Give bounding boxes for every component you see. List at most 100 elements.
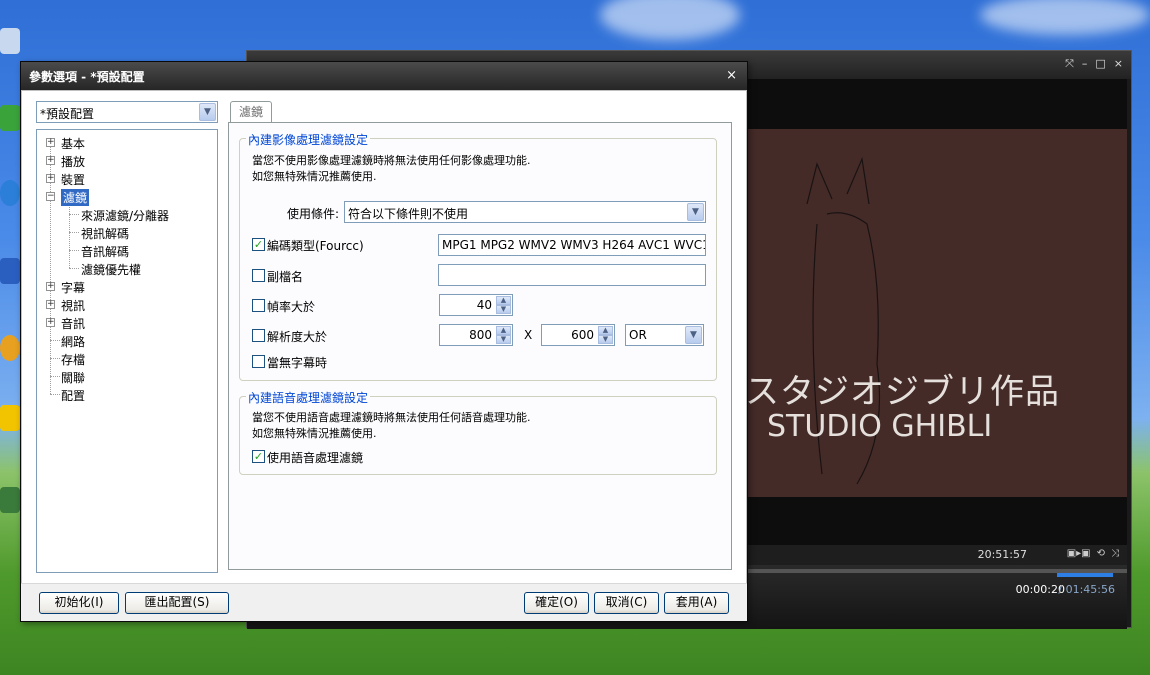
- maximize-icon[interactable]: □: [1095, 57, 1105, 71]
- fourcc-input[interactable]: MPG1 MPG2 WMV2 WMV3 H264 AVC1 WVC1: [438, 234, 706, 256]
- chevron-down-icon[interactable]: ▼: [199, 103, 216, 121]
- fullscreen-icon[interactable]: ⤧: [1065, 57, 1074, 71]
- initialize-button[interactable]: 初始化(I): [39, 592, 119, 614]
- tree-item[interactable]: − 濾鏡: [37, 188, 217, 206]
- tree-item[interactable]: 濾鏡優先權: [37, 260, 217, 278]
- preset-value: *預設配置: [40, 107, 95, 121]
- chevron-up-icon[interactable]: ▲: [496, 296, 511, 305]
- chrome-icon[interactable]: [0, 335, 20, 361]
- condition-select[interactable]: 符合以下條件則不使用 ▼: [344, 201, 706, 223]
- repeat-icon[interactable]: ⟲: [1097, 548, 1105, 559]
- framerate-checkbox[interactable]: [252, 299, 265, 312]
- note-line: 當您不使用影像處理濾鏡時將無法使用任何影像處理功能.: [252, 154, 531, 167]
- tree-item-label: 音訊解碼: [81, 245, 130, 259]
- resolution-height-stepper[interactable]: 600 ▲ ▼: [541, 324, 615, 346]
- group-title: 內建影像處理濾鏡設定: [246, 131, 371, 148]
- expand-icon[interactable]: +: [46, 174, 55, 183]
- export-config-button[interactable]: 匯出配置(S): [125, 592, 229, 614]
- tree-item[interactable]: 配置: [37, 386, 217, 404]
- collapse-icon[interactable]: −: [46, 192, 55, 201]
- chevron-up-icon[interactable]: ▲: [598, 326, 613, 335]
- internet-explorer-icon[interactable]: [0, 180, 20, 206]
- tree-guide: [50, 358, 60, 359]
- tree-item-label: 裝置: [61, 173, 86, 187]
- tree-item-label: 關聯: [61, 371, 86, 385]
- tree-item[interactable]: 網路: [37, 332, 217, 350]
- expand-icon[interactable]: +: [46, 282, 55, 291]
- tree-item[interactable]: + 基本: [37, 134, 217, 152]
- extension-label: 副檔名: [267, 270, 304, 284]
- apply-button[interactable]: 套用(A): [664, 592, 729, 614]
- tree-item-label: 濾鏡優先權: [81, 263, 142, 277]
- tree-item-label: 視訊解碼: [81, 227, 130, 241]
- cancel-button[interactable]: 取消(C): [594, 592, 659, 614]
- filters-panel: 內建影像處理濾鏡設定 當您不使用影像處理濾鏡時將無法使用任何影像處理功能. 如您…: [228, 122, 732, 570]
- shuffle-icon[interactable]: ⤨: [1111, 548, 1119, 559]
- resolution-label: 解析度大於: [267, 330, 328, 344]
- dialog-footer: 初始化(I) 匯出配置(S) 確定(O) 取消(C) 套用(A): [21, 583, 747, 621]
- extension-checkbox[interactable]: [252, 269, 265, 282]
- app-icon[interactable]: [0, 258, 20, 284]
- no-subtitle-label: 當無字幕時: [267, 356, 328, 370]
- tree-item[interactable]: 關聯: [37, 368, 217, 386]
- tree-item[interactable]: 視訊解碼: [37, 224, 217, 242]
- extension-input[interactable]: [438, 264, 706, 286]
- fourcc-checkbox[interactable]: ✓: [252, 238, 265, 251]
- audio-filter-label: 使用語音處理濾鏡: [267, 451, 364, 465]
- expand-icon[interactable]: +: [46, 300, 55, 309]
- note-line: 如您無特殊情況推薦使用.: [252, 427, 377, 440]
- volume-slider[interactable]: [1057, 573, 1113, 577]
- resolution-operator-select[interactable]: OR ▼: [625, 324, 704, 346]
- chevron-down-icon[interactable]: ▼: [496, 335, 511, 344]
- chevron-down-icon[interactable]: ▼: [496, 305, 511, 314]
- tree-item[interactable]: + 字幕: [37, 278, 217, 296]
- framerate-stepper[interactable]: 40 ▲ ▼: [439, 294, 513, 316]
- resolution-checkbox[interactable]: [252, 329, 265, 342]
- tree-item[interactable]: + 音訊: [37, 314, 217, 332]
- tree-guide: [69, 232, 79, 233]
- chevron-down-icon[interactable]: ▼: [598, 335, 613, 344]
- recycle-bin-icon[interactable]: [0, 105, 20, 131]
- tree-item[interactable]: + 播放: [37, 152, 217, 170]
- no-subtitle-checkbox[interactable]: [252, 355, 265, 368]
- cloud: [600, 0, 740, 40]
- tree-item-label: 網路: [61, 335, 86, 349]
- tree-item-label: 基本: [61, 137, 86, 151]
- resolution-width-stepper[interactable]: 800 ▲ ▼: [439, 324, 513, 346]
- app-icon[interactable]: [0, 487, 20, 513]
- fourcc-label: 編碼類型(Fourcc): [267, 239, 364, 253]
- chevron-up-icon[interactable]: ▲: [496, 326, 511, 335]
- tab-filters[interactable]: 濾鏡: [230, 101, 272, 123]
- tree-item-label: 配置: [61, 389, 86, 403]
- tree-item-label: 音訊: [61, 317, 86, 331]
- expand-icon[interactable]: +: [46, 138, 55, 147]
- video-en-title: STUDIO GHIBLI: [767, 409, 993, 444]
- note-line: 如您無特殊情況推薦使用.: [252, 170, 377, 183]
- condition-label: 使用條件:: [287, 207, 340, 221]
- computer-icon[interactable]: [0, 28, 20, 54]
- chevron-down-icon[interactable]: ▼: [685, 326, 702, 344]
- video-filter-group: 內建影像處理濾鏡設定 當您不使用影像處理濾鏡時將無法使用任何影像處理功能. 如您…: [239, 131, 717, 381]
- minimize-icon[interactable]: –: [1082, 57, 1088, 71]
- expand-icon[interactable]: +: [46, 156, 55, 165]
- settings-tree: + 基本 + 播放 + 裝置 − 濾鏡 來源濾鏡/分離器 視訊解碼 音訊解碼 濾鏡優先權 + 字幕 + 視訊 +…: [36, 129, 218, 573]
- tree-guide: [69, 250, 79, 251]
- expand-icon[interactable]: +: [46, 318, 55, 327]
- close-icon[interactable]: ×: [1114, 57, 1123, 71]
- tree-item[interactable]: 來源濾鏡/分離器: [37, 206, 217, 224]
- tree-guide: [50, 376, 60, 377]
- app-icon[interactable]: [0, 405, 20, 431]
- tree-item[interactable]: 存檔: [37, 350, 217, 368]
- tree-item[interactable]: + 裝置: [37, 170, 217, 188]
- tree-item[interactable]: + 視訊: [37, 296, 217, 314]
- ab-repeat-icon[interactable]: ▣▸▣: [1067, 548, 1091, 559]
- close-icon[interactable]: ×: [726, 68, 737, 83]
- audio-filter-checkbox[interactable]: ✓: [252, 450, 265, 463]
- ok-button[interactable]: 確定(O): [524, 592, 589, 614]
- tree-item[interactable]: 音訊解碼: [37, 242, 217, 260]
- time-total: / 01:45:56: [1058, 583, 1115, 596]
- preset-select[interactable]: *預設配置 ▼: [36, 101, 218, 123]
- chevron-down-icon[interactable]: ▼: [687, 203, 704, 221]
- system-clock: 20:51:57: [977, 548, 1027, 561]
- resolution-width-value: 800: [469, 328, 492, 342]
